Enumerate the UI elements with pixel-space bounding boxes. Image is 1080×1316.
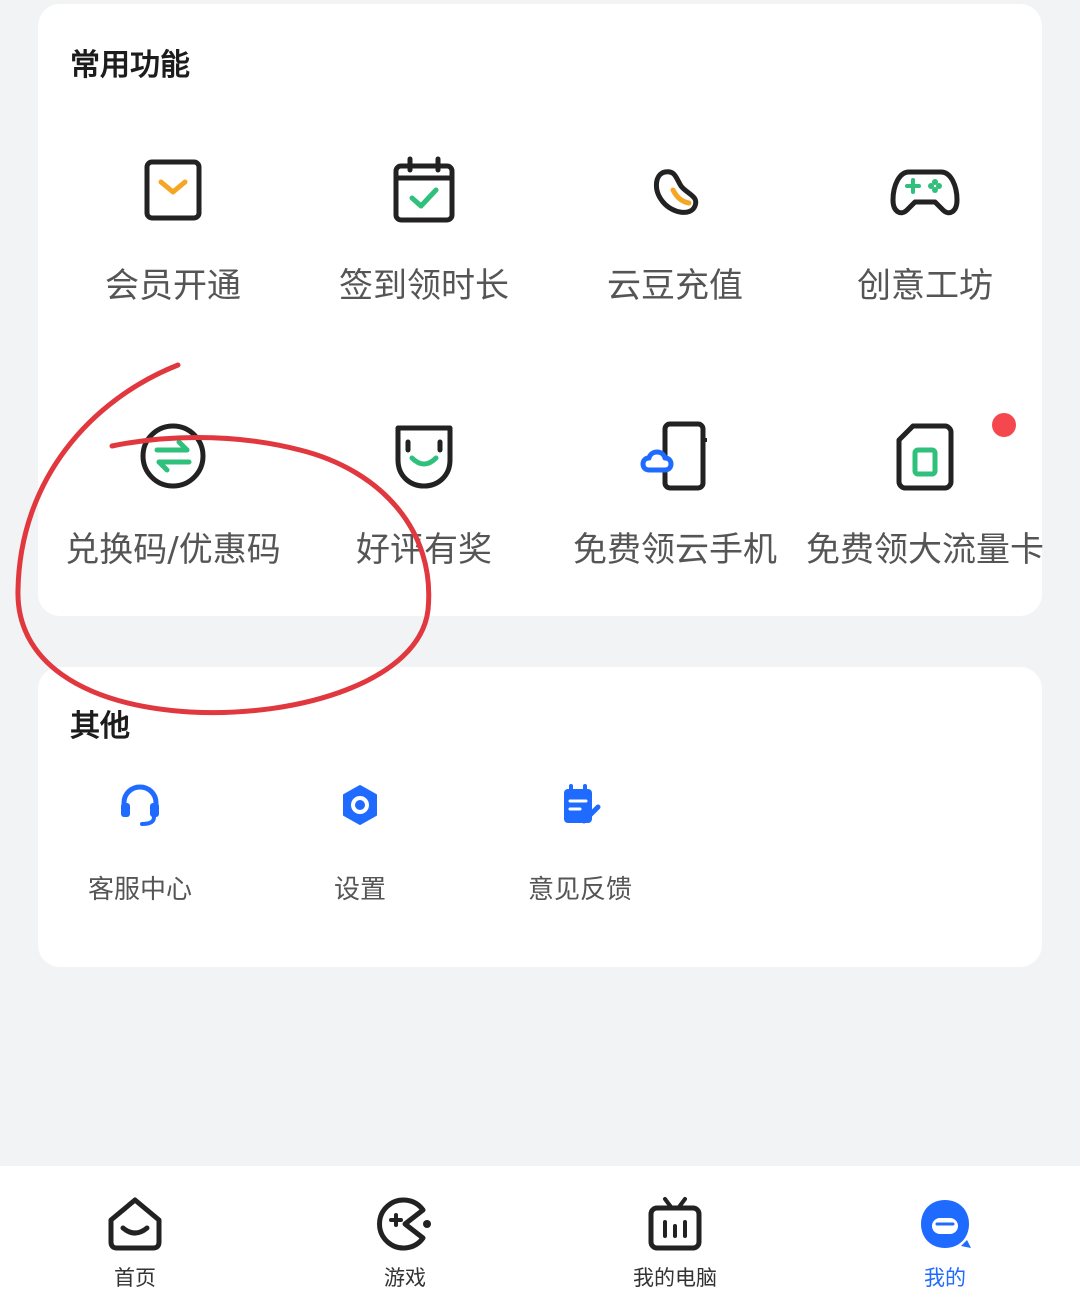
other-label: 意见反馈 <box>527 875 632 905</box>
section-title-common: 常用功能 <box>70 48 190 83</box>
grid-item-review-reward[interactable]: 好评有奖 <box>299 420 549 620</box>
gamepad-icon <box>890 169 960 216</box>
home-icon <box>108 1197 162 1251</box>
bean-icon <box>654 169 699 215</box>
tab-label: 我的 <box>924 1266 966 1290</box>
other-item-customer-service[interactable]: 客服中心 <box>30 783 250 913</box>
settings-icon <box>343 785 377 825</box>
tab-me[interactable]: 我的 <box>845 1166 1045 1316</box>
other-label: 客服中心 <box>87 875 192 905</box>
grid-label: 签到领时长 <box>339 266 509 306</box>
calendar-check-icon <box>393 156 455 223</box>
tab-home[interactable]: 首页 <box>35 1166 235 1316</box>
grid-item-free-data-card[interactable]: 免费领大流量卡 <box>800 420 1050 620</box>
tab-label: 我的电脑 <box>633 1266 717 1290</box>
bottom-tab-bar: 首页 游戏 我的电脑 我的 <box>0 1166 1080 1316</box>
grid-label: 好评有奖 <box>356 530 492 570</box>
other-item-settings[interactable]: 设置 <box>250 783 470 913</box>
smile-icon <box>395 425 453 489</box>
common-functions-card: 常用功能 会员开通 签到领时长 云豆充值 创意工坊 兑换码/优惠码 好评有奖 免… <box>38 4 1044 616</box>
other-item-feedback[interactable]: 意见反馈 <box>470 783 690 913</box>
vip-icon <box>144 159 202 221</box>
tab-my-computer[interactable]: 我的电脑 <box>575 1166 775 1316</box>
grid-label: 免费领大流量卡 <box>806 530 1044 570</box>
game-icon <box>377 1197 431 1251</box>
grid-label: 会员开通 <box>105 266 241 306</box>
grid-item-checkin[interactable]: 签到领时长 <box>299 156 549 356</box>
grid-label: 兑换码/优惠码 <box>65 530 281 570</box>
grid-label: 云豆充值 <box>607 266 743 306</box>
grid-item-bean[interactable]: 云豆充值 <box>550 156 800 356</box>
other-card: 其他 客服中心 设置 意见反馈 <box>38 667 1042 967</box>
grid-item-free-cloud-phone[interactable]: 免费领云手机 <box>550 420 800 620</box>
exchange-icon <box>140 423 206 489</box>
grid-label: 创意工坊 <box>857 266 993 306</box>
tab-label: 游戏 <box>384 1266 426 1290</box>
grid-item-redeem-code[interactable]: 兑换码/优惠码 <box>48 420 298 620</box>
grid-item-vip[interactable]: 会员开通 <box>48 156 298 356</box>
profile-icon <box>921 1200 971 1248</box>
section-title-other: 其他 <box>70 709 130 744</box>
cloud-phone-icon <box>640 421 707 491</box>
sim-card-icon <box>896 423 954 491</box>
other-label: 设置 <box>333 875 386 905</box>
headset-icon <box>121 784 159 826</box>
grid-label: 免费领云手机 <box>573 530 777 570</box>
tv-icon <box>648 1197 702 1251</box>
tab-games[interactable]: 游戏 <box>305 1166 505 1316</box>
grid-item-workshop[interactable]: 创意工坊 <box>800 156 1050 356</box>
feedback-icon <box>564 784 601 824</box>
notification-dot <box>992 413 1016 437</box>
tab-label: 首页 <box>114 1266 156 1290</box>
